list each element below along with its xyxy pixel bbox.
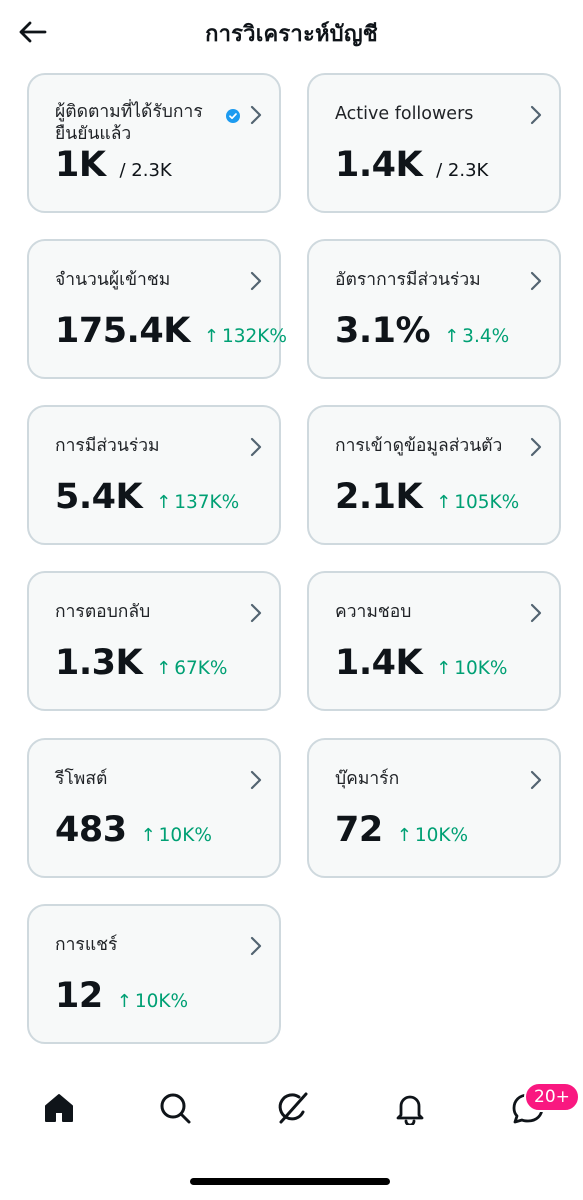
- card-value-row: 483 ↑ 10K%: [55, 810, 212, 850]
- card-title: ผู้ติดตามที่ได้รับการยืนยันแล้ว: [55, 102, 203, 144]
- metric-change-value: 10K%: [158, 825, 212, 846]
- metric-change-value: 3.4%: [462, 326, 510, 347]
- home-indicator: [190, 1178, 390, 1185]
- card-value-row: 1.3K ↑ 67K%: [55, 643, 227, 683]
- chevron-right-icon: [250, 271, 262, 291]
- metric-value: 1K: [55, 145, 106, 185]
- card-title: อัตราการมีส่วนร่วม: [335, 270, 481, 290]
- nav-search[interactable]: [153, 1086, 197, 1130]
- chevron-right-icon: [530, 603, 542, 623]
- metric-value: 72: [335, 810, 383, 850]
- card-title: จำนวนผู้เข้าชม: [55, 270, 171, 290]
- card-active-followers[interactable]: Active followers 1.4K / 2.3K: [307, 73, 561, 213]
- metric-value: 1.4K: [335, 145, 423, 185]
- metric-total: / 2.3K: [119, 160, 172, 181]
- metric-value: 3.1%: [335, 311, 431, 351]
- metric-change-value: 132K%: [221, 326, 287, 347]
- chevron-right-icon: [250, 770, 262, 790]
- chevron-right-icon: [530, 105, 542, 125]
- grok-icon: [278, 1092, 308, 1124]
- card-value-row: 1.4K / 2.3K: [335, 145, 488, 185]
- arrow-up-icon: ↑: [156, 492, 172, 513]
- nav-notifications[interactable]: [388, 1086, 432, 1130]
- metric-change: ↑ 67K%: [156, 658, 227, 679]
- chevron-right-icon: [530, 271, 542, 291]
- card-title: ความชอบ: [335, 602, 412, 622]
- home-icon: [45, 1094, 73, 1122]
- verified-badge-icon: [226, 109, 240, 123]
- metric-change-value: 10K%: [134, 991, 189, 1012]
- chevron-right-icon: [530, 770, 542, 790]
- chevron-right-icon: [250, 936, 262, 956]
- card-value-row: 3.1% ↑ 3.4%: [335, 311, 509, 351]
- card-title: การแชร์: [55, 935, 118, 955]
- card-value-row: 5.4K ↑ 137K%: [55, 477, 239, 517]
- metric-value: 5.4K: [55, 477, 143, 517]
- card-engagements[interactable]: การมีส่วนร่วม 5.4K ↑ 137K%: [27, 405, 281, 545]
- arrow-up-icon: ↑: [140, 825, 156, 846]
- metric-value: 175.4K: [55, 311, 190, 351]
- card-impressions[interactable]: จำนวนผู้เข้าชม 175.4K ↑ 132K%: [27, 239, 287, 379]
- metric-change: ↑ 10K%: [397, 825, 468, 846]
- metric-change-value: 10K%: [454, 658, 508, 679]
- card-title: รีโพสต์: [55, 769, 108, 789]
- card-title: Active followers: [335, 104, 474, 124]
- page-title: การวิเคราะห์บัญชี: [205, 22, 378, 47]
- bell-icon: [396, 1095, 424, 1125]
- metric-value: 483: [55, 810, 127, 850]
- arrow-up-icon: ↑: [396, 825, 412, 846]
- search-icon: [160, 1093, 191, 1124]
- metric-change: ↑ 105K%: [436, 492, 519, 513]
- metric-change-value: 10K%: [414, 825, 469, 846]
- arrow-up-icon: ↑: [436, 492, 452, 513]
- card-value-row: 72 ↑ 10K%: [335, 810, 468, 850]
- chevron-right-icon: [250, 105, 262, 125]
- card-verified-followers[interactable]: ผู้ติดตามที่ได้รับการยืนยันแล้ว 1K / 2.3…: [27, 73, 281, 213]
- metric-change: ↑ 10K%: [436, 658, 507, 679]
- card-title: การมีส่วนร่วม: [55, 436, 160, 456]
- nav-grok[interactable]: [271, 1086, 315, 1130]
- card-value-row: 2.1K ↑ 105K%: [335, 477, 519, 517]
- arrow-up-icon: ↑: [116, 991, 132, 1012]
- chevron-right-icon: [530, 437, 542, 457]
- bottom-nav: [0, 1080, 583, 1140]
- header: การวิเคราะห์บัญชี: [0, 0, 583, 64]
- metric-change: ↑ 3.4%: [444, 326, 509, 347]
- metric-value: 12: [55, 976, 103, 1016]
- metric-change-value: 67K%: [174, 658, 228, 679]
- chevron-right-icon: [250, 603, 262, 623]
- card-shares[interactable]: การแชร์ 12 ↑ 10K%: [27, 904, 281, 1044]
- card-likes[interactable]: ความชอบ 1.4K ↑ 10K%: [307, 571, 561, 711]
- metric-change: ↑ 10K%: [141, 825, 212, 846]
- metric-value: 1.3K: [55, 643, 143, 683]
- card-replies[interactable]: การตอบกลับ 1.3K ↑ 67K%: [27, 571, 281, 711]
- card-title: การเข้าดูข้อมูลส่วนตัว: [335, 436, 503, 456]
- metric-change: ↑ 10K%: [117, 991, 188, 1012]
- card-bookmarks[interactable]: บุ๊คมาร์ก 72 ↑ 10K%: [307, 738, 561, 878]
- metric-change-value: 137K%: [174, 492, 240, 513]
- metric-total: / 2.3K: [436, 160, 489, 181]
- card-engagement-rate[interactable]: อัตราการมีส่วนร่วม 3.1% ↑ 3.4%: [307, 239, 561, 379]
- card-profile-visits[interactable]: การเข้าดูข้อมูลส่วนตัว 2.1K ↑ 105K%: [307, 405, 561, 545]
- card-value-row: 12 ↑ 10K%: [55, 976, 188, 1016]
- arrow-up-icon: ↑: [436, 658, 452, 679]
- arrow-up-icon: ↑: [444, 326, 460, 347]
- metric-value: 2.1K: [335, 477, 423, 517]
- card-value-row: 1K / 2.3K: [55, 145, 172, 185]
- arrow-up-icon: ↑: [203, 326, 219, 347]
- metric-change: ↑ 132K%: [204, 326, 287, 347]
- card-title: การตอบกลับ: [55, 602, 151, 622]
- card-value-row: 1.4K ↑ 10K%: [335, 643, 507, 683]
- card-value-row: 175.4K ↑ 132K%: [55, 311, 287, 351]
- metric-change-value: 105K%: [454, 492, 520, 513]
- metric-change: ↑ 137K%: [156, 492, 239, 513]
- arrow-up-icon: ↑: [156, 658, 172, 679]
- card-title: บุ๊คมาร์ก: [335, 769, 400, 789]
- messages-badge: 20+: [524, 1082, 580, 1112]
- card-reposts[interactable]: รีโพสต์ 483 ↑ 10K%: [27, 738, 281, 878]
- chevron-right-icon: [250, 437, 262, 457]
- metric-value: 1.4K: [335, 643, 423, 683]
- nav-home[interactable]: [37, 1086, 81, 1130]
